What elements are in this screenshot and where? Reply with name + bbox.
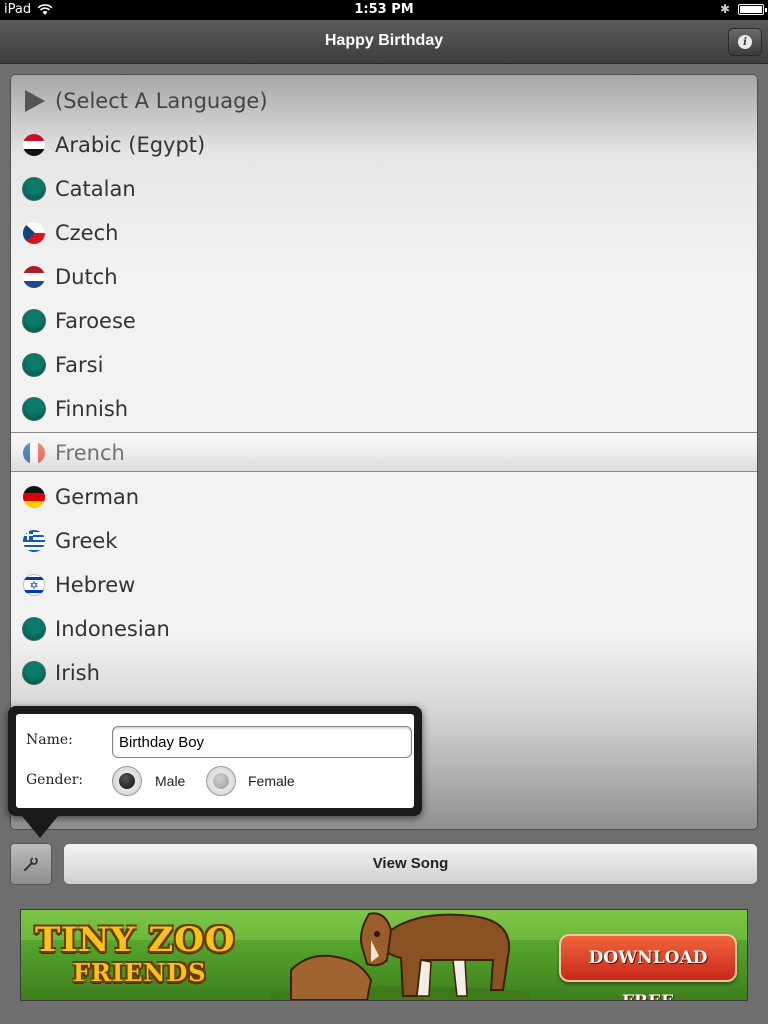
play-triangle-icon [25, 90, 45, 112]
language-dot-icon [23, 178, 45, 200]
language-dot-icon [23, 618, 45, 640]
picker-row-dutch[interactable]: Dutch [11, 255, 757, 299]
picker-row-catalan[interactable]: Catalan [11, 167, 757, 211]
picker-row-label: Arabic (Egypt) [55, 133, 206, 157]
picker-row-indonesian[interactable]: Indonesian [11, 607, 757, 651]
picker-row-label: Finnish [55, 397, 129, 421]
view-song-button[interactable]: View Song [63, 843, 758, 885]
picker-row-greek[interactable]: Greek [11, 519, 757, 563]
battery-icon [738, 3, 767, 15]
options-popover: Name: Gender: Male Female [8, 706, 422, 816]
gender-male-label: Male [155, 773, 186, 789]
banner-title-line2: FRIENDS [73, 958, 207, 987]
page-title: Happy Birthday [324, 32, 444, 49]
picker-row-label: Czech [55, 221, 119, 245]
gender-female-radio[interactable] [206, 766, 236, 796]
picker-row-finnish[interactable]: Finnish [11, 387, 757, 431]
popover-arrow [22, 816, 58, 838]
name-input[interactable] [112, 726, 412, 758]
picker-row-german[interactable]: German [11, 475, 757, 519]
language-dot-icon [23, 310, 45, 332]
egypt-flag-icon [23, 134, 45, 156]
picker-row-irish[interactable]: Irish [11, 651, 757, 695]
picker-row-label: Irish [55, 661, 100, 685]
germany-flag-icon [23, 486, 45, 508]
picker-placeholder-label: (Select A Language) [55, 89, 268, 113]
czech-flag-icon [23, 222, 45, 244]
picker-row-label: Faroese [55, 309, 136, 333]
wrench-icon [24, 856, 38, 871]
netherlands-flag-icon [23, 266, 45, 288]
language-dot-icon [23, 662, 45, 684]
settings-button[interactable] [10, 843, 52, 885]
greece-flag-icon [23, 530, 45, 552]
picker-row-arabic-egypt[interactable]: Arabic (Egypt) [11, 123, 757, 167]
picker-placeholder-row[interactable]: (Select A Language) [11, 79, 757, 123]
language-dot-icon [23, 398, 45, 420]
picker-row-label: Hebrew [55, 573, 136, 597]
france-flag-icon [23, 442, 45, 464]
ad-banner[interactable]: TINY ZOO FRIENDS DOWNLOAD FREE [20, 909, 748, 1001]
info-button[interactable]: i [728, 28, 762, 56]
banner-title-line1: TINY ZOO [35, 920, 236, 960]
name-label: Name: [26, 732, 73, 748]
picker-row-label: Catalan [55, 177, 136, 201]
navigation-bar: Happy Birthday i [0, 20, 768, 64]
israel-flag-icon: ✡ [23, 574, 45, 596]
picker-row-farsi[interactable]: Farsi [11, 343, 757, 387]
download-free-button[interactable]: DOWNLOAD FREE [559, 934, 737, 1000]
picker-row-label: French [55, 441, 125, 465]
picker-row-label: Indonesian [55, 617, 170, 641]
picker-row-label: Dutch [55, 265, 118, 289]
picker-row-label: Greek [55, 529, 118, 553]
horses-illustration [271, 912, 531, 1000]
picker-row-label: German [55, 485, 140, 509]
popover-content: Name: Gender: Male Female [16, 714, 414, 808]
gender-male-radio[interactable] [112, 766, 142, 796]
picker-row-czech[interactable]: Czech [11, 211, 757, 255]
picker-row-hebrew[interactable]: ✡ Hebrew [11, 563, 757, 607]
picker-row-faroese[interactable]: Faroese [11, 299, 757, 343]
bluetooth-icon: ✱ [719, 2, 730, 16]
language-dot-icon [23, 354, 45, 376]
gender-label: Gender: [26, 772, 84, 788]
picker-row-label: Farsi [55, 353, 104, 377]
status-bar: iPad 1:53 PM ✱ [0, 0, 768, 20]
status-time: 1:53 PM [354, 2, 414, 17]
info-icon: i [738, 35, 752, 49]
gender-female-label: Female [248, 773, 295, 789]
picker-row-french[interactable]: French [11, 431, 757, 475]
